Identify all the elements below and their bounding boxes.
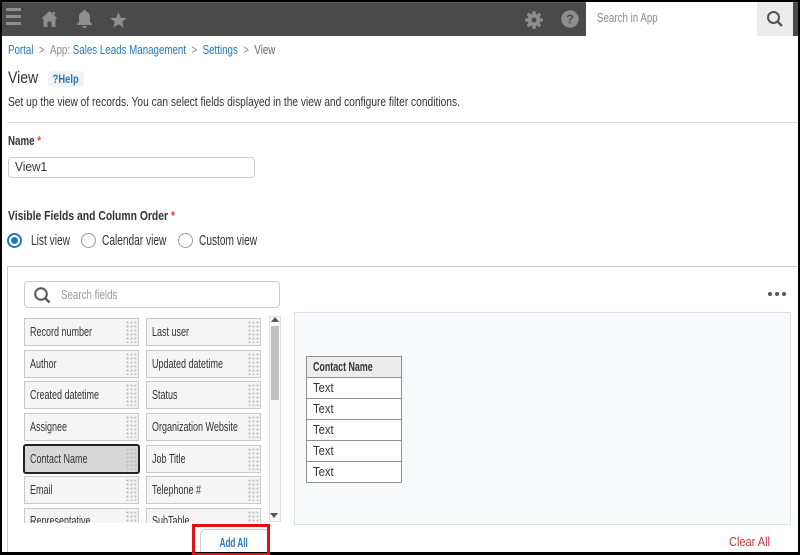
svg-text:?: ? xyxy=(566,12,574,26)
